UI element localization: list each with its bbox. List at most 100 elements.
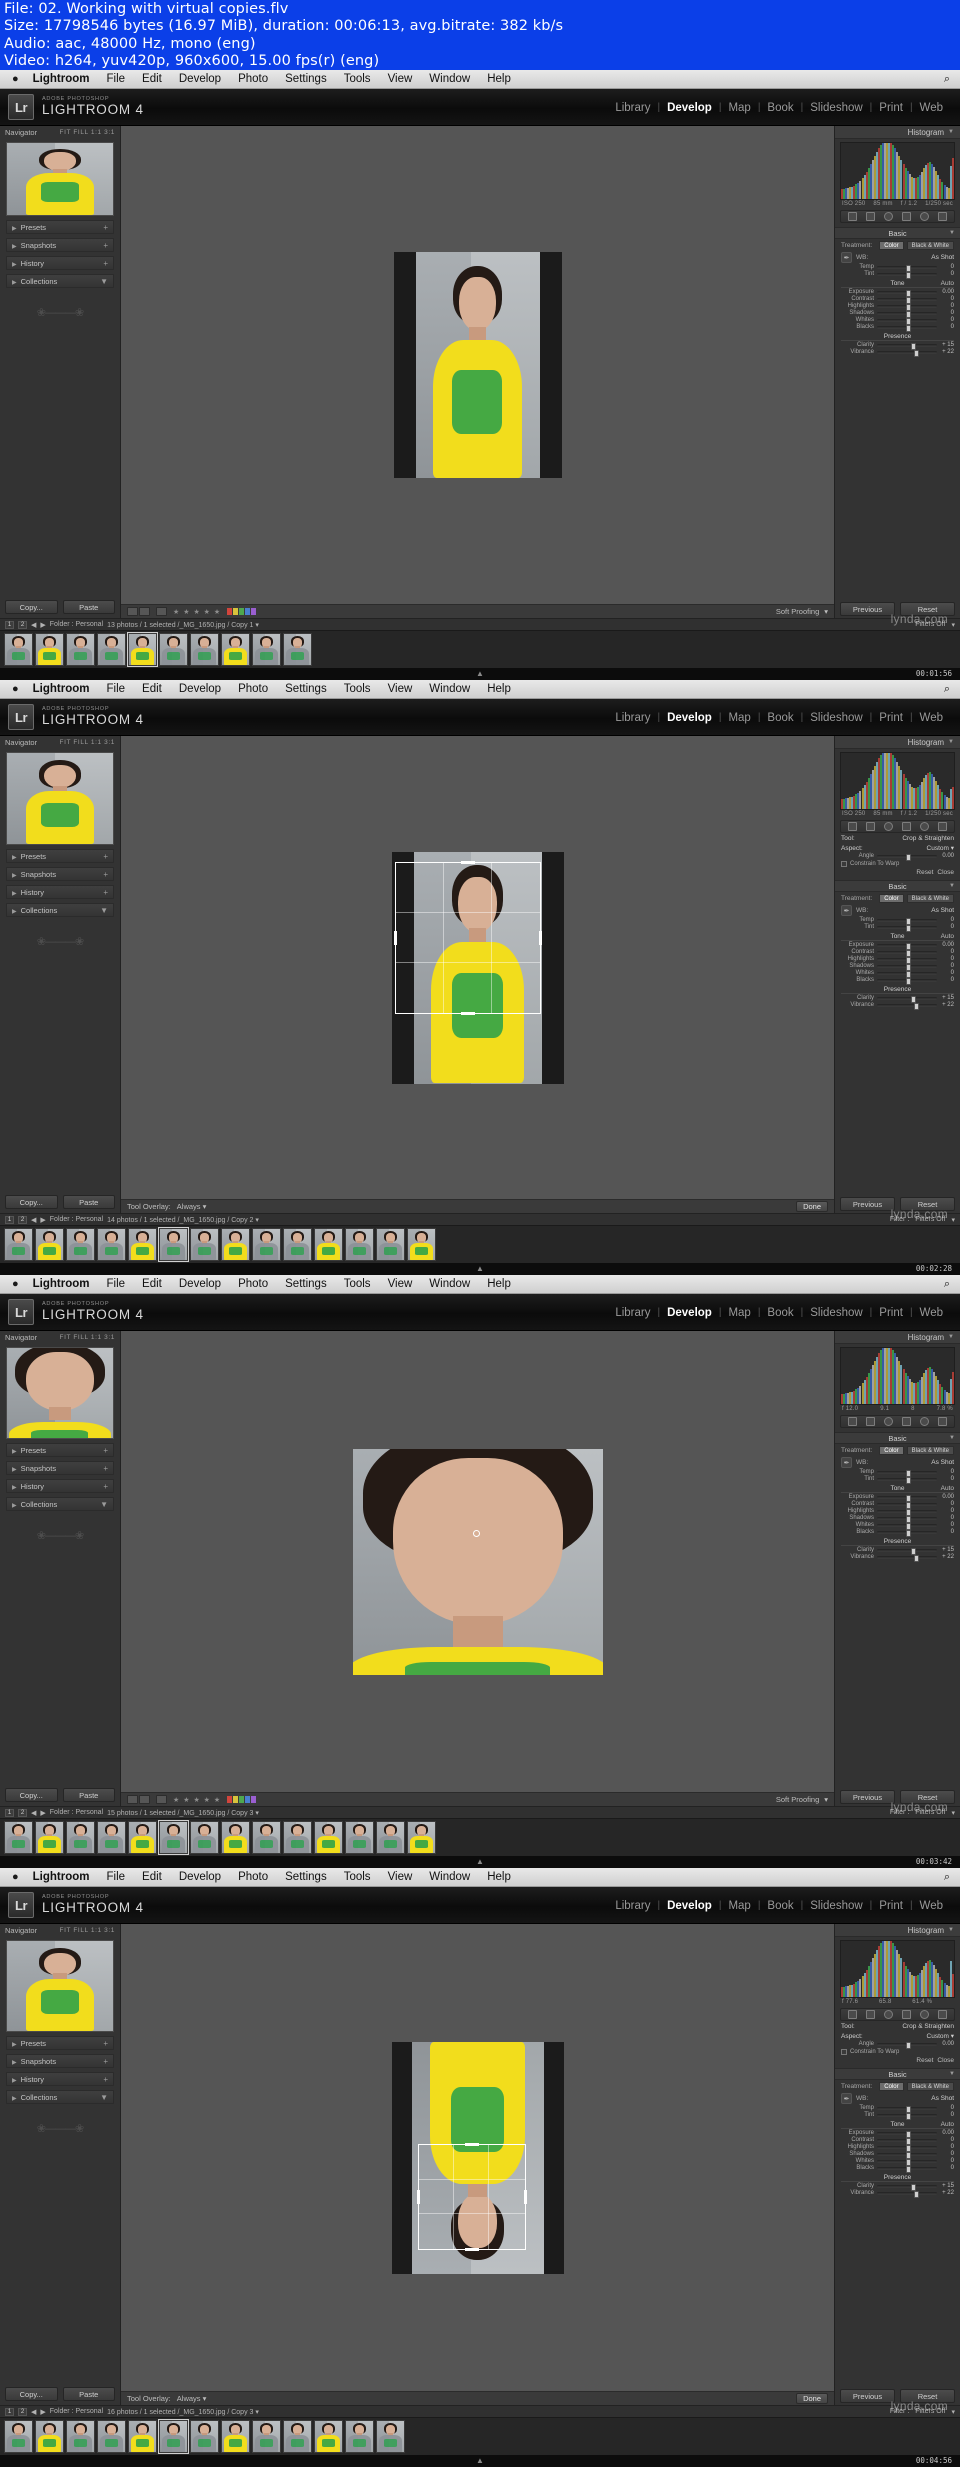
slider-knob-vibrance[interactable] (914, 1555, 919, 1562)
slider-knob-clarity[interactable] (911, 2184, 916, 2191)
filmstrip-thumbnail[interactable] (252, 1821, 281, 1854)
slider-knob-contrast[interactable] (906, 2138, 911, 2145)
slider-track-blacks[interactable] (877, 1531, 937, 1534)
crop-close-button[interactable]: Close (937, 869, 954, 876)
spot-removal-icon[interactable] (866, 822, 875, 831)
image-stage[interactable] (121, 1924, 834, 2391)
slider-knob-clarity[interactable] (911, 996, 916, 1003)
left-panel-row-action[interactable]: + (103, 2039, 108, 2048)
slider-knob-whites[interactable] (906, 2159, 911, 2166)
filmstrip-nav-forward[interactable]: ▶ (40, 1216, 45, 1224)
slider-track-tint[interactable] (877, 1478, 937, 1481)
left-panel-row-presets[interactable]: ▶ Presets + (6, 220, 114, 234)
filmstrip-thumbnail[interactable] (221, 2420, 250, 2453)
image-stage[interactable] (121, 736, 834, 1199)
before-after-button[interactable] (156, 607, 167, 616)
redeye-icon[interactable] (884, 2010, 893, 2019)
filmstrip-thumbnail[interactable] (35, 1821, 64, 1854)
left-panel-row-snapshots[interactable]: ▶ Snapshots + (6, 867, 114, 881)
module-tab-library[interactable]: Library (608, 102, 657, 114)
adjustment-brush-icon[interactable] (938, 2010, 947, 2019)
filmstrip-thumbnail[interactable] (314, 2420, 343, 2453)
menu-item-view[interactable]: View (388, 73, 413, 85)
slider-knob-temp[interactable] (906, 918, 911, 925)
filmstrip-thumbnail[interactable] (221, 1228, 250, 1261)
filmstrip-nav-forward[interactable]: ▶ (40, 2408, 45, 2416)
search-icon[interactable]: ⌕ (944, 683, 950, 696)
slider-track-blacks[interactable] (877, 979, 937, 982)
histogram-panel-header[interactable]: Histogram ▼ (835, 1924, 960, 1937)
slider-track-vibrance[interactable] (877, 2192, 937, 2195)
left-panel-row-presets[interactable]: ▶ Presets + (6, 849, 114, 863)
graduated-filter-icon[interactable] (902, 1417, 911, 1426)
filmstrip-grid-button-2[interactable]: 2 (18, 1809, 27, 1817)
slider-track-exposure[interactable] (877, 2132, 937, 2135)
menu-item-tools[interactable]: Tools (344, 1278, 371, 1290)
filmstrip-thumbnail[interactable] (345, 2420, 374, 2453)
left-panel-row-action[interactable]: ▼ (100, 1500, 108, 1509)
slider-knob-vibrance[interactable] (914, 350, 919, 357)
eyedropper-icon[interactable]: ✒ (841, 905, 852, 916)
filmstrip-thumbnail[interactable] (128, 1821, 157, 1854)
filmstrip-collapse-icon[interactable]: ▲ (476, 1264, 484, 1273)
chevron-down-icon[interactable]: ▼ (948, 129, 954, 135)
angle-track[interactable] (877, 855, 937, 858)
filmstrip-thumbnail[interactable] (128, 2420, 157, 2453)
menu-item-edit[interactable]: Edit (142, 1871, 162, 1883)
slider-track-whites[interactable] (877, 2160, 937, 2163)
slider-track-temp[interactable] (877, 1471, 937, 1474)
left-panel-row-snapshots[interactable]: ▶ Snapshots + (6, 238, 114, 252)
crop-tool-icon[interactable] (848, 822, 857, 831)
module-tab-book[interactable]: Book (760, 712, 800, 724)
slider-knob-tint[interactable] (906, 2113, 911, 2120)
left-panel-row-action[interactable]: + (103, 1482, 108, 1491)
search-icon[interactable]: ⌕ (944, 73, 950, 86)
spot-removal-icon[interactable] (866, 1417, 875, 1426)
previous-button[interactable]: Previous (840, 1197, 895, 1211)
left-panel-row-action[interactable]: + (103, 870, 108, 879)
filmstrip-filter-chevron-icon[interactable]: ▾ (951, 2408, 955, 2416)
apple-logo-icon[interactable]: ● (12, 684, 19, 695)
image-stage[interactable] (121, 126, 834, 604)
filmstrip-grid-button-1[interactable]: 1 (5, 621, 14, 629)
eyedropper-icon[interactable]: ✒ (841, 1457, 852, 1468)
menu-item-develop[interactable]: Develop (179, 1871, 221, 1883)
auto-tone-button[interactable]: Auto (941, 933, 954, 940)
slider-knob-highlights[interactable] (906, 957, 911, 964)
slider-knob-temp[interactable] (906, 2106, 911, 2113)
color-swatch[interactable] (251, 1796, 256, 1803)
left-panel-row-action[interactable]: + (103, 259, 108, 268)
filmstrip-collapse-icon[interactable]: ▲ (476, 669, 484, 678)
left-panel-row-action[interactable]: + (103, 852, 108, 861)
before-after-button[interactable] (156, 1795, 167, 1804)
tool-overlay-value[interactable]: Always ▾ (177, 2394, 207, 2403)
navigator-zoom-levels[interactable]: FIT FILL 1:1 3:1 (60, 1927, 115, 1934)
paste-button[interactable]: Paste (63, 1788, 116, 1802)
navigator-zoom-levels[interactable]: FIT FILL 1:1 3:1 (60, 739, 115, 746)
menu-item-help[interactable]: Help (487, 73, 511, 85)
chevron-down-icon[interactable]: ▼ (948, 1927, 954, 1933)
slider-track-contrast[interactable] (877, 951, 937, 954)
radial-filter-icon[interactable] (920, 822, 929, 831)
filmstrip-thumbnail[interactable] (35, 633, 64, 666)
menu-item-settings[interactable]: Settings (285, 1278, 327, 1290)
left-panel-row-history[interactable]: ▶ History + (6, 885, 114, 899)
menu-item-file[interactable]: File (107, 683, 126, 695)
slider-track-highlights[interactable] (877, 958, 937, 961)
filmstrip-thumbnail[interactable] (221, 1821, 250, 1854)
graduated-filter-icon[interactable] (902, 2010, 911, 2019)
module-tab-slideshow[interactable]: Slideshow (803, 1900, 869, 1912)
left-panel-row-action[interactable]: + (103, 2057, 108, 2066)
module-tab-web[interactable]: Web (913, 712, 950, 724)
left-panel-row-action[interactable]: ▼ (100, 906, 108, 915)
crop-reset-button[interactable]: Reset (916, 2057, 933, 2064)
filmstrip-grid-button-1[interactable]: 1 (5, 1809, 14, 1817)
color-swatch[interactable] (233, 1796, 238, 1803)
left-panel-row-history[interactable]: ▶ History + (6, 256, 114, 270)
left-panel-row-action[interactable]: ▼ (100, 277, 108, 286)
menu-item-edit[interactable]: Edit (142, 1278, 162, 1290)
chevron-down-icon[interactable]: ▼ (949, 1435, 955, 1441)
slider-knob-clarity[interactable] (911, 1548, 916, 1555)
crop-overlay[interactable] (395, 862, 541, 1014)
crop-handle[interactable] (465, 2143, 479, 2146)
